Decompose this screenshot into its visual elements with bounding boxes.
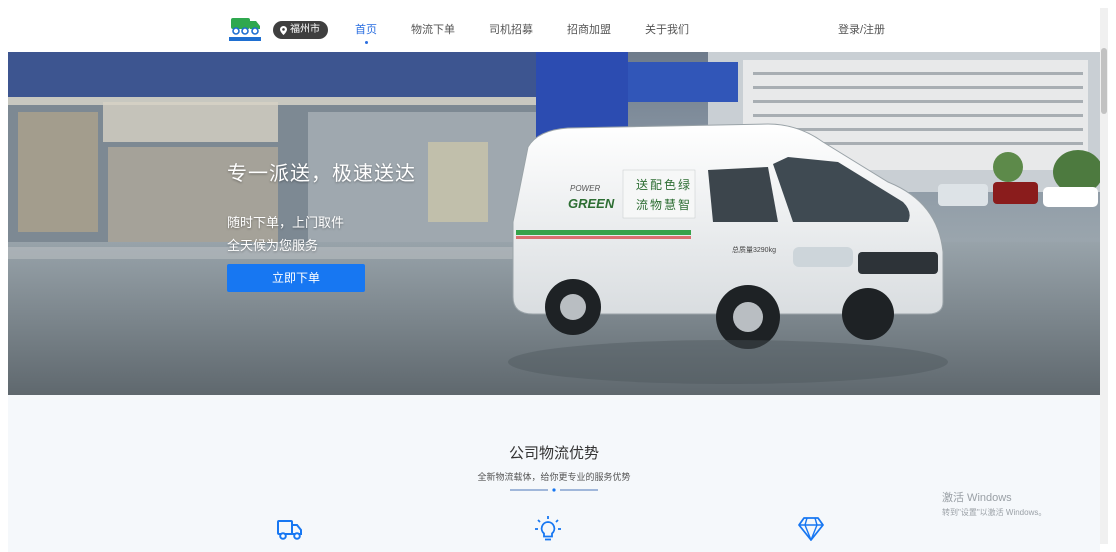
location-pin-icon bbox=[280, 25, 287, 35]
section-divider bbox=[510, 488, 598, 492]
nav-logistics-order-label: 物流下单 bbox=[411, 24, 455, 36]
hero-background-image bbox=[8, 52, 1100, 395]
section-title: 公司物流优势 bbox=[508, 445, 599, 462]
nav-franchise[interactable]: 招商加盟 bbox=[567, 8, 611, 52]
nav-driver-recruit[interactable]: 司机招募 bbox=[489, 8, 533, 52]
watermark-line2: 转到"设置"以激活 Windows。 bbox=[942, 508, 1047, 517]
city-selector[interactable]: 福州市 bbox=[273, 21, 328, 39]
lightbulb-icon bbox=[535, 516, 561, 541]
diamond-icon bbox=[798, 517, 824, 541]
scrollbar-thumb[interactable] bbox=[1101, 48, 1107, 114]
nav-about-us-label: 关于我们 bbox=[645, 24, 689, 36]
nav-about-us[interactable]: 关于我们 bbox=[645, 8, 689, 52]
nav-home-label: 首页 bbox=[355, 24, 377, 36]
top-navbar: 福州市 首页 物流下单 司机招募 招商加盟 关于我们 登录/注册 bbox=[8, 8, 1100, 53]
hero-subtitle-line2: 全天候为您服务 bbox=[227, 238, 319, 253]
nav-franchise-label: 招商加盟 bbox=[567, 24, 611, 36]
van-weight-label: 总质量3290kg bbox=[732, 247, 776, 254]
van-slogan-line1: 送配色绿 bbox=[636, 178, 693, 192]
van-power-text: POWER bbox=[570, 184, 601, 193]
windows-activation-watermark: 激活 Windows 转到"设置"以激活 Windows。 bbox=[942, 489, 1046, 518]
van-slogan-line2: 流物慧智 bbox=[636, 198, 693, 212]
order-now-button[interactable]: 立即下单 bbox=[227, 264, 365, 292]
login-register-link[interactable]: 登录/注册 bbox=[838, 8, 885, 52]
section-subtitle: 全新物流载体，给你更专业的服务优势 bbox=[477, 472, 631, 482]
browser-viewport: 福州市 首页 物流下单 司机招募 招商加盟 关于我们 登录/注册 POWER G… bbox=[8, 8, 1100, 552]
hero-banner: POWER GREEN 送配色绿 流物慧智 总质量3290kg 专一派送，极速送… bbox=[8, 52, 1100, 395]
van-green-text: GREEN bbox=[568, 196, 615, 211]
nav-home[interactable]: 首页 bbox=[355, 8, 377, 52]
watermark-line1: 激活 Windows bbox=[942, 492, 1012, 504]
main-nav: 首页 物流下单 司机招募 招商加盟 关于我们 bbox=[355, 8, 723, 52]
nav-driver-recruit-label: 司机招募 bbox=[489, 24, 533, 36]
hero-title: 专一派送，极速送达 bbox=[227, 163, 416, 185]
hero-subtitle-line1: 随时下单，上门取件 bbox=[227, 215, 345, 230]
vertical-scrollbar[interactable] bbox=[1100, 8, 1108, 544]
city-label: 福州市 bbox=[290, 24, 320, 35]
logo-icon[interactable] bbox=[228, 16, 262, 44]
truck-icon bbox=[277, 520, 302, 540]
nav-active-indicator bbox=[364, 41, 368, 44]
nav-logistics-order[interactable]: 物流下单 bbox=[411, 8, 455, 52]
